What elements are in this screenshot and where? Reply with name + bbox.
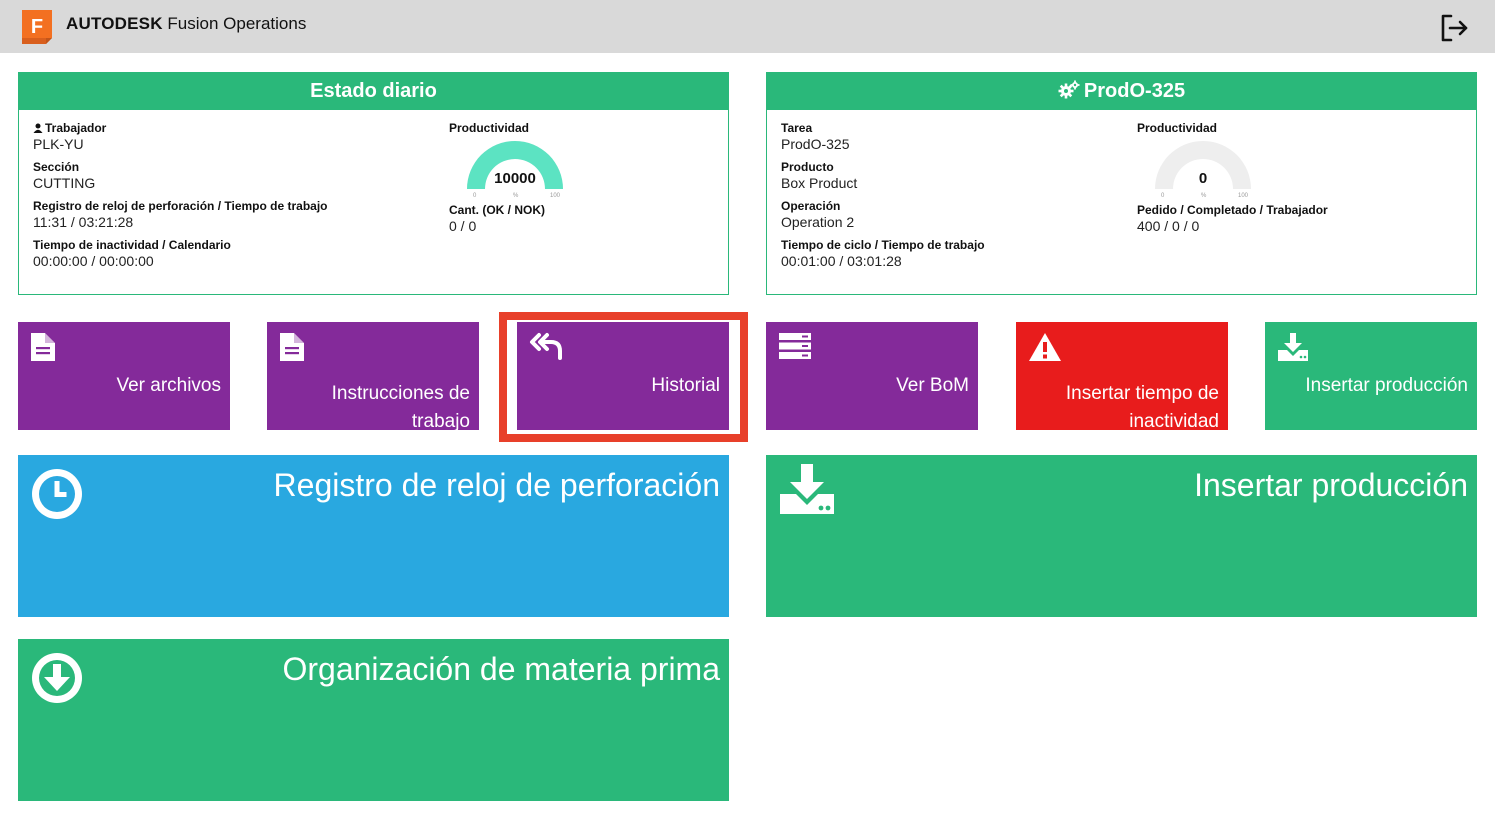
download-icon (1278, 333, 1308, 361)
gauge-max: 100 (550, 193, 561, 199)
user-icon (33, 123, 43, 133)
task-value: ProdO-325 (781, 136, 850, 152)
history-label: Historial (651, 375, 720, 396)
warning-icon (1029, 333, 1061, 361)
idle-calendar-label: Tiempo de inactividad / Calendario (33, 238, 231, 252)
gauge-min: 0 (473, 193, 477, 199)
sign-out-icon[interactable] (1438, 12, 1470, 44)
operation-value: Operation 2 (781, 214, 855, 230)
view-files-label: Ver archivos (116, 375, 221, 396)
productivity-gauge: 10000 0 % 100 (463, 137, 567, 203)
daily-status-title: Estado diario (19, 73, 728, 110)
reply-all-icon (530, 333, 562, 360)
insert-idle-time-label: Insertar tiempo de inactividad (1065, 383, 1219, 430)
operation-label: Operación (781, 199, 841, 213)
task-productivity-value: 0 (1198, 170, 1208, 187)
order-value: 400 / 0 / 0 (1137, 218, 1200, 234)
daily-status-right: Productividad 10000 0 % 100 Cant. (OK / … (449, 121, 709, 242)
gauge-max: 100 (1238, 193, 1249, 199)
task-left: Tarea ProdO-325 Producto Box Product Ope… (781, 121, 1121, 277)
work-instructions-label: Instrucciones de trabajo (331, 383, 470, 430)
gauge-unit: % (513, 193, 519, 199)
view-files-button[interactable]: Ver archivos (18, 322, 230, 430)
clock-work-value: 11:31 / 03:21:28 (33, 214, 134, 230)
worker-value: PLK-YU (33, 136, 84, 152)
download-icon (780, 464, 834, 514)
clock-work-label: Registro de reloj de perforación / Tiemp… (33, 199, 328, 213)
insert-idle-time-button[interactable]: Insertar tiempo de inactividad (1016, 322, 1228, 430)
qty-value: 0 / 0 (449, 218, 477, 234)
cogs-icon (1058, 80, 1080, 99)
punch-clock-button[interactable]: Registro de reloj de perforación (18, 455, 729, 617)
section-value: CUTTING (33, 175, 96, 191)
file-icon (280, 333, 304, 361)
task-right: Productividad 0 0 % 100 Pedido / Complet… (1137, 121, 1457, 242)
clock-icon (32, 469, 82, 519)
order-label: Pedido / Completado / Trabajador (1137, 203, 1328, 217)
task-card: ProdO-325 Tarea ProdO-325 Producto Box P… (766, 72, 1477, 295)
top-bar: F AUTODESK Fusion Operations (0, 0, 1495, 53)
insert-production-big-label: Insertar producción (1194, 467, 1468, 503)
punch-clock-label: Registro de reloj de perforación (273, 467, 720, 503)
raw-material-button[interactable]: Organización de materia prima (18, 639, 729, 801)
productivity-value: 10000 (494, 170, 536, 187)
product-value: Box Product (781, 175, 858, 191)
view-bom-label: Ver BoM (896, 375, 969, 396)
qty-label: Cant. (OK / NOK) (449, 203, 545, 217)
history-button[interactable]: Historial (517, 322, 729, 430)
file-icon (31, 333, 55, 361)
daily-status-card: Estado diario Trabajador PLK-YU Sección … (18, 72, 729, 295)
task-productivity-gauge: 0 0 % 100 (1151, 137, 1255, 203)
arrow-circle-down-icon (32, 653, 82, 703)
view-bom-button[interactable]: Ver BoM (766, 322, 978, 430)
task-label: Tarea (781, 121, 813, 135)
task-productivity-label: Productividad (1137, 121, 1218, 135)
insert-production-small-label: Insertar producción (1305, 375, 1468, 396)
brand-title: AUTODESK Fusion Operations (66, 14, 307, 33)
insert-production-big-button[interactable]: Insertar producción (766, 455, 1477, 617)
product-label: Producto (781, 160, 834, 174)
cycle-value: 00:01:00 / 03:01:28 (781, 253, 902, 269)
work-instructions-button[interactable]: Instrucciones de trabajo (267, 322, 479, 430)
fusion-logo-icon: F (18, 8, 56, 46)
svg-text:F: F (31, 16, 43, 38)
server-icon (779, 333, 811, 359)
productivity-label: Productividad (449, 121, 530, 135)
raw-material-label: Organización de materia prima (282, 651, 720, 687)
section-label: Sección (33, 160, 80, 174)
cycle-label: Tiempo de ciclo / Tiempo de trabajo (781, 238, 985, 252)
insert-production-small-button[interactable]: Insertar producción (1265, 322, 1477, 430)
gauge-unit: % (1201, 193, 1207, 199)
daily-status-left: Trabajador PLK-YU Sección CUTTING Regist… (33, 121, 433, 277)
task-title: ProdO-325 (767, 73, 1476, 110)
worker-label: Trabajador (33, 121, 433, 135)
gauge-min: 0 (1161, 193, 1165, 199)
idle-calendar-value: 00:00:00 / 00:00:00 (33, 253, 154, 269)
